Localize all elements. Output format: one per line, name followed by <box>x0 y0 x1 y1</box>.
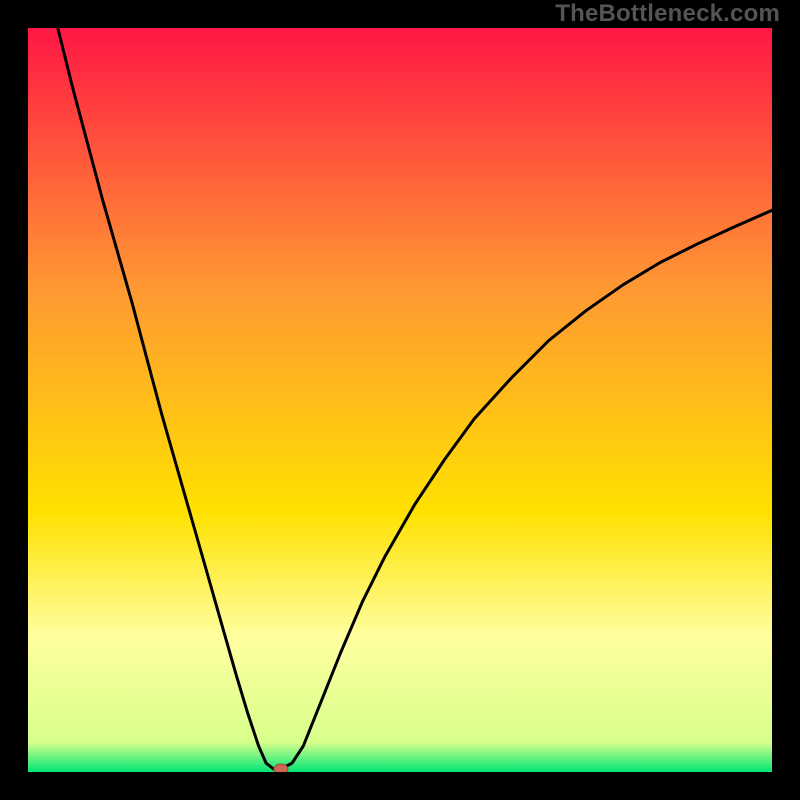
gradient-background <box>28 28 772 772</box>
watermark-text: TheBottleneck.com <box>555 0 780 28</box>
optimal-point-marker <box>274 764 288 772</box>
chart-svg <box>28 28 772 772</box>
chart-frame: TheBottleneck.com <box>0 0 800 800</box>
plot-area <box>28 28 772 772</box>
